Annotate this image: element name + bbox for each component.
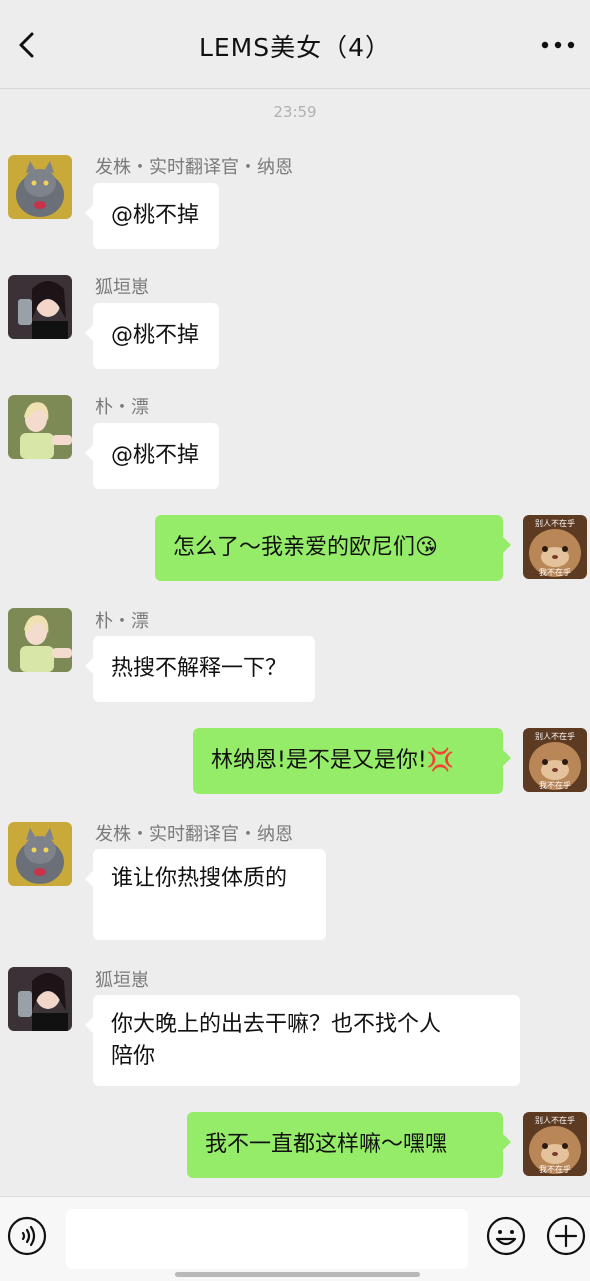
message-input[interactable] <box>66 1209 468 1269</box>
sender-name: 朴・漂 <box>95 611 149 632</box>
sender-name: 朴・漂 <box>95 397 149 418</box>
sender-name: 狐垣崽 <box>95 970 149 991</box>
message-bubble[interactable]: @桃不掉 <box>85 303 219 369</box>
meme-caption-top: 别人不在乎 <box>535 1116 575 1125</box>
sender-name: 狐垣崽 <box>95 277 149 298</box>
message-bubble[interactable]: 你大晚上的出去干嘛？也不找个人 陪你 <box>85 995 520 1086</box>
anger-symbol-emoji-icon: 💢 <box>426 748 455 773</box>
input-bar <box>0 1196 590 1281</box>
girl-selfie-avatar[interactable] <box>8 967 72 1031</box>
message-bubble[interactable]: 谁让你热搜体质的 <box>85 849 326 940</box>
message-text: 热搜不解释一下？ <box>111 656 288 681</box>
sender-name: 发株・实时翻译官・纳恩 <box>95 157 293 178</box>
message-bubble[interactable]: 我不一直都这样嘛～嘿嘿 <box>187 1112 511 1178</box>
message-text: @桃不掉 <box>111 323 200 348</box>
blonde-girl-avatar[interactable] <box>8 395 72 459</box>
message-text: 我不一直都这样嘛～嘿嘿 <box>205 1132 448 1157</box>
sender-name: 发株・实时翻译官・纳恩 <box>95 824 293 845</box>
message-text-line: 你大晚上的出去干嘛？也不找个人 <box>111 1012 442 1037</box>
girl-selfie-avatar[interactable] <box>8 275 72 339</box>
message-text: @桃不掉 <box>111 443 200 468</box>
message-bubble[interactable]: 热搜不解释一下？ <box>85 636 315 702</box>
cat-meme-avatar[interactable]: 别人不在乎 我不在乎 <box>523 515 587 579</box>
chat-title: LEMS美女（4） <box>198 33 392 62</box>
plus-icon[interactable] <box>545 1215 587 1257</box>
message-text: 林纳恩!是不是又是你! <box>211 748 427 773</box>
message-text-line: 陪你 <box>111 1044 156 1069</box>
message-bubble[interactable]: @桃不掉 <box>85 423 219 489</box>
message-text: 怎么了～我亲爱的欧尼们 <box>173 535 416 560</box>
message-text: 谁让你热搜体质的 <box>111 866 288 891</box>
message-bubble[interactable]: @桃不掉 <box>85 183 219 249</box>
meme-caption-bottom: 我不在乎 <box>539 568 571 577</box>
message-bubble[interactable]: 林纳恩!是不是又是你!💢 <box>193 728 511 794</box>
more-options-icon[interactable] <box>540 36 576 54</box>
message-text: @桃不掉 <box>111 203 200 228</box>
blonde-girl-avatar[interactable] <box>8 608 72 672</box>
message-timestamp: 23:59 <box>273 103 317 121</box>
cat-meme-avatar[interactable]: 别人不在乎 我不在乎 <box>523 728 587 792</box>
meme-caption-bottom: 我不在乎 <box>539 781 571 790</box>
voice-input-icon[interactable] <box>6 1215 48 1257</box>
chat-header: LEMS美女（4） <box>0 0 590 89</box>
cat-avatar[interactable] <box>8 822 72 886</box>
meme-caption-top: 别人不在乎 <box>535 732 575 741</box>
cat-avatar[interactable] <box>8 155 72 219</box>
home-indicator <box>175 1272 420 1277</box>
meme-caption-top: 别人不在乎 <box>535 519 575 528</box>
kissing-face-emoji-icon: 😘 <box>415 535 438 560</box>
cat-meme-avatar[interactable]: 别人不在乎 我不在乎 <box>523 1112 587 1176</box>
meme-caption-bottom: 我不在乎 <box>539 1165 571 1174</box>
emoji-smiley-icon[interactable] <box>485 1215 527 1257</box>
message-bubble[interactable]: 怎么了～我亲爱的欧尼们😘 <box>155 515 511 581</box>
